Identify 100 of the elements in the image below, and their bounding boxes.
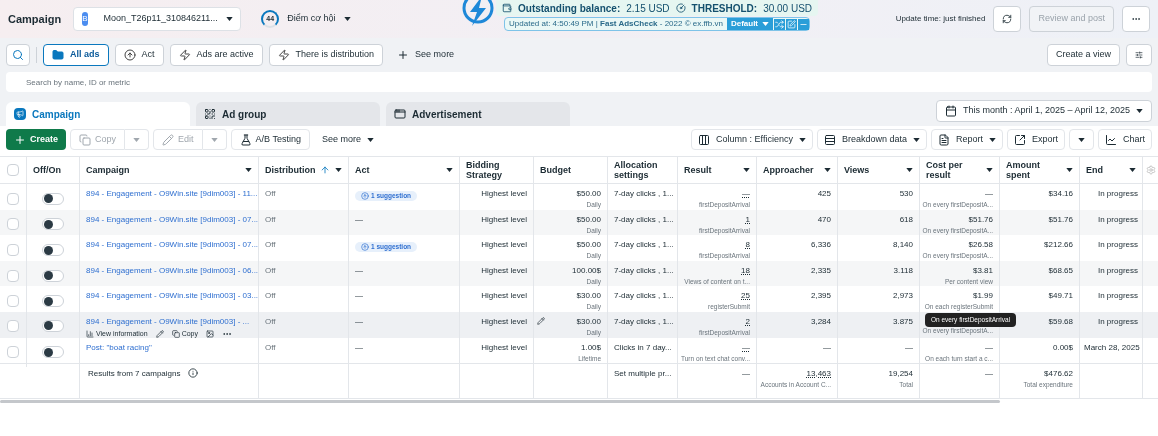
budget-value: $30.00 <box>576 290 601 303</box>
threshold-label: THRESHOLD: <box>691 1 758 16</box>
table-cell: — <box>355 264 363 277</box>
column-header[interactable]: Bidding Strategy <box>460 157 534 183</box>
column-header[interactable]: Result <box>678 157 757 183</box>
table-cell: 7-day clicks , 1... <box>614 291 674 301</box>
create-view-button[interactable]: Create a view <box>1046 44 1120 66</box>
table-cell: Highest level <box>481 188 527 200</box>
table-cell: 7-day clicks , 1... <box>614 316 674 326</box>
create-button[interactable]: Create <box>6 129 66 150</box>
table-cell: $49.71 <box>1048 291 1073 301</box>
table-cell: 8,140 <box>892 240 913 250</box>
table-cell: $68.65 <box>1048 265 1073 275</box>
balance-value: 2.15 USD <box>626 1 670 16</box>
filter-chip[interactable]: Act <box>114 44 164 66</box>
column-header[interactable]: Budget <box>534 157 608 183</box>
see-more-button[interactable]: See more <box>313 129 382 150</box>
column-header[interactable]: Amount spent <box>1000 157 1080 183</box>
table-cell: Highest level <box>481 341 527 354</box>
filter-chip[interactable]: All ads <box>43 44 109 66</box>
table-cell: $59.68 <box>1048 316 1073 326</box>
result-value: — <box>742 188 750 200</box>
result-value: — <box>742 341 750 354</box>
column-header[interactable]: Allocation settings <box>608 157 678 183</box>
budget-value: $50.00 <box>576 213 601 226</box>
table-cell: Off <box>265 214 276 224</box>
account-selector[interactable]: B Moon_T26p11_310846211... <box>73 7 242 31</box>
table-cell: 3.875 <box>892 316 913 326</box>
filter-chip[interactable]: There is distribution <box>268 44 384 66</box>
toolbar-button[interactable]: Report <box>930 129 1003 150</box>
table-cell: Off <box>265 265 276 275</box>
toolbar-button[interactable]: Breakdown data <box>816 129 927 150</box>
table-cell: 7-day clicks , 1... <box>614 189 674 198</box>
campaign-link[interactable]: 894 - Engagement - O9Win.site [9dim003] - 07... <box>86 213 258 226</box>
result-value: 8 <box>745 239 750 252</box>
table-cell: $34.16 <box>1048 189 1073 198</box>
table-cell: Off <box>265 189 276 198</box>
table-cell: In progress <box>1097 240 1138 250</box>
table-cell: — <box>905 342 913 352</box>
table-cell: 425 <box>817 189 831 198</box>
view-tab[interactable]: Advertisement <box>386 102 570 126</box>
cost-value: — <box>985 188 993 200</box>
total-value: 19,254 <box>888 368 913 381</box>
update-time: Update time: just finished <box>895 13 986 25</box>
search-field[interactable]: Search by name, ID or metric <box>6 72 1152 92</box>
column-header[interactable]: Views <box>838 157 920 183</box>
table-cell: Highest level <box>481 264 527 277</box>
table-cell: — <box>742 369 750 379</box>
view-tab[interactable]: Ad group <box>196 102 380 126</box>
campaign-link[interactable]: 894 - Engagement - O9Win.site [9dim003] - 07... <box>86 239 258 252</box>
toolbar-button[interactable]: Export <box>1006 129 1065 150</box>
table-cell: In progress <box>1097 214 1138 224</box>
campaign-link[interactable]: 894 - Engagement - O9Win.site [9dim003] - 03... <box>86 290 258 303</box>
table-cell: 7-day clicks , 1... <box>614 240 674 250</box>
toolbar-button[interactable]: Column : Efficiency <box>691 129 813 150</box>
table-cell: — <box>355 341 363 354</box>
date-range-button[interactable]: This month : April 1, 2025 – April 12, 2025 <box>935 100 1152 122</box>
cost-value: $3.81 <box>972 264 993 277</box>
table-cell: 3,284 <box>810 316 831 326</box>
balance-label: Outstanding balance: <box>518 1 621 16</box>
table-cell: In progress <box>1097 265 1138 275</box>
campaign-link[interactable]: 894 - Engagement - O9Win.site [9dim003] - 06... <box>86 264 258 277</box>
table-cell: 2,395 <box>810 291 831 301</box>
budget-value: $50.00 <box>576 239 601 252</box>
toolbar-button[interactable]: Chart <box>1098 129 1152 150</box>
campaign-link[interactable]: 894 - Engagement - O9Win.site [9dim003] - 11... <box>86 188 258 200</box>
column-header[interactable]: Off/On <box>27 157 80 183</box>
threshold-value: 30.00 USD <box>763 1 813 16</box>
column-header[interactable]: Act <box>349 157 460 183</box>
result-value: 25 <box>741 290 750 303</box>
table-cell: 7-day clicks , 1... <box>614 214 674 224</box>
total-value: 13,463 <box>806 368 831 381</box>
see-more-button[interactable]: See more <box>389 48 463 62</box>
campaign-link[interactable]: Post: "boat racing" <box>86 341 152 354</box>
table-cell: $212.66 <box>1044 240 1073 250</box>
table-cell: Highest level <box>481 315 527 328</box>
table-cell: In progress <box>1097 316 1138 326</box>
column-header[interactable]: End <box>1080 157 1143 183</box>
table-cell: Highest level <box>481 213 527 226</box>
cost-value: — <box>985 341 993 354</box>
budget-value: $50.00 <box>576 188 601 200</box>
result-value: 2 <box>745 315 750 328</box>
total-value: $476.62 <box>1044 368 1073 381</box>
table-cell: — <box>985 369 993 379</box>
table-cell: 7-day clicks , 1... <box>614 265 674 275</box>
table-cell: 3.118 <box>893 265 913 275</box>
column-header[interactable]: Distribution <box>259 157 349 183</box>
budget-value: 1.00$ <box>580 341 601 354</box>
budget-value: $30.00 <box>576 315 601 328</box>
column-header[interactable]: Approacher <box>757 157 838 183</box>
column-header[interactable]: Cost per result <box>920 157 1000 183</box>
table-cell: Off <box>265 342 276 352</box>
ab-testing-button[interactable]: A/B Testing <box>230 129 310 150</box>
filter-chip[interactable]: Ads are active <box>169 44 263 66</box>
campaign-link[interactable]: 894 - Engagement - O9Win.site [9dim003] - ... <box>86 315 250 328</box>
table-cell: 618 <box>899 214 913 224</box>
page-title: Campaign <box>8 11 62 27</box>
view-tab[interactable]: Campaign <box>6 102 190 126</box>
column-header[interactable]: Campaign <box>80 157 259 183</box>
table-cell: Off <box>265 240 276 250</box>
